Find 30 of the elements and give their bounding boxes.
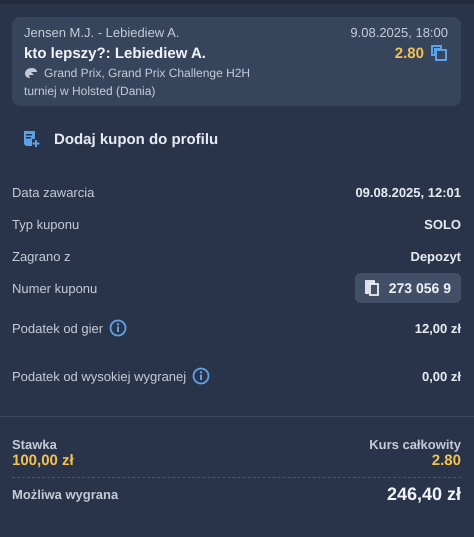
coupon-add-icon (22, 130, 40, 148)
possible-win-value: 246,40 zł (386, 484, 461, 505)
total-odds-value: 2.80 (432, 452, 461, 469)
detail-label: Numer kuponu (12, 280, 98, 296)
detail-label: Data zawarcia (12, 184, 94, 200)
event-pick: kto lepszy?: Lebiediew A. (24, 44, 206, 62)
detail-label: Podatek od wysokiej wygranej (12, 368, 186, 384)
detail-value: SOLO (424, 216, 461, 232)
stake-label: Stawka (12, 437, 57, 452)
event-teams: Jensen M.J. - Lebiediew A. (24, 25, 180, 40)
total-odds-label: Kurs całkowity (369, 437, 461, 452)
coupon-number-button[interactable]: 273 056 9 (354, 273, 461, 303)
event-datetime: 9.08.2025, 18:00 (350, 25, 448, 40)
event-competition: Grand Prix, Grand Prix Challenge H2H (44, 66, 250, 80)
copy-icon (364, 280, 379, 296)
add-coupon-button[interactable]: Dodaj kupon do profilu (22, 130, 218, 148)
stake-value: 100,00 zł (12, 452, 74, 469)
possible-win-label: Możliwa wygrana (12, 487, 118, 502)
info-icon[interactable] (192, 367, 210, 385)
detail-value: Depozyt (410, 248, 461, 264)
event-odds: 2.80 (394, 44, 424, 62)
event-tournament: turniej w Holsted (Dania) (24, 84, 156, 98)
detail-label: Zagrano z (12, 248, 71, 264)
detail-label: Typ kuponu (12, 216, 80, 232)
detail-value: 12,00 zł (414, 320, 461, 336)
copy-icon[interactable] (430, 44, 448, 62)
detail-label: Podatek od gier (12, 320, 104, 336)
detail-value: 0,00 zł (422, 368, 461, 384)
detail-value: 09.08.2025, 12:01 (355, 184, 461, 200)
info-icon[interactable] (109, 319, 128, 337)
